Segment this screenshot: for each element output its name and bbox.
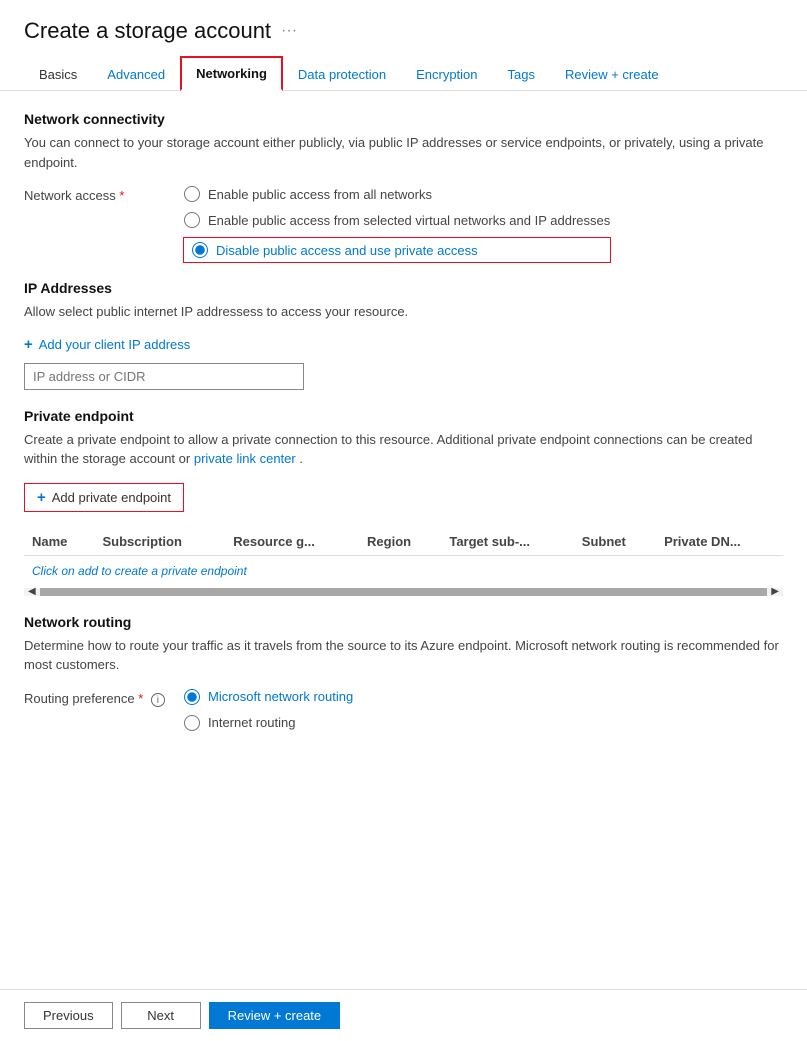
- page-header: Create a storage account ···: [0, 0, 807, 44]
- network-radio-1[interactable]: [184, 186, 200, 202]
- review-create-button[interactable]: Review + create: [209, 1002, 341, 1029]
- network-connectivity-desc: You can connect to your storage account …: [24, 133, 783, 172]
- routing-required-indicator: *: [138, 691, 143, 706]
- tab-review-create[interactable]: Review + create: [550, 58, 674, 90]
- next-button[interactable]: Next: [121, 1002, 201, 1029]
- page-title: Create a storage account: [24, 18, 271, 44]
- tab-encryption[interactable]: Encryption: [401, 58, 492, 90]
- network-routing-section: Network routing Determine how to route y…: [24, 614, 783, 731]
- col-target-sub: Target sub-...: [441, 528, 573, 556]
- internet-routing-radio[interactable]: [184, 715, 200, 731]
- network-routing-title: Network routing: [24, 614, 783, 630]
- empty-table-message: Click on add to create a private endpoin…: [24, 556, 783, 586]
- col-subnet: Subnet: [574, 528, 656, 556]
- tabs-bar: Basics Advanced Networking Data protecti…: [0, 44, 807, 91]
- more-options-icon[interactable]: ···: [281, 22, 297, 40]
- tab-networking[interactable]: Networking: [180, 56, 283, 91]
- add-private-endpoint-button[interactable]: + Add private endpoint: [24, 483, 184, 512]
- tab-advanced[interactable]: Advanced: [92, 58, 180, 90]
- network-option-3-label: Disable public access and use private ac…: [216, 243, 478, 258]
- ip-addresses-desc: Allow select public internet IP addresse…: [24, 302, 783, 322]
- routing-preference-label: Routing preference * i: [24, 689, 184, 708]
- network-access-row: Network access * Enable public access fr…: [24, 186, 783, 262]
- col-region: Region: [359, 528, 441, 556]
- private-endpoint-title: Private endpoint: [24, 408, 783, 424]
- add-endpoint-label: Add private endpoint: [52, 490, 171, 505]
- routing-options: Microsoft network routing Internet routi…: [184, 689, 353, 731]
- ip-addresses-section: IP Addresses Allow select public interne…: [24, 280, 783, 390]
- private-endpoint-desc: Create a private endpoint to allow a pri…: [24, 430, 783, 469]
- ip-addresses-title: IP Addresses: [24, 280, 783, 296]
- scroll-left-arrow[interactable]: ◀: [24, 586, 40, 596]
- add-client-ip-link[interactable]: + Add your client IP address: [24, 336, 783, 353]
- network-option-2-label: Enable public access from selected virtu…: [208, 213, 610, 228]
- tab-data-protection[interactable]: Data protection: [283, 58, 401, 90]
- network-connectivity-title: Network connectivity: [24, 111, 783, 127]
- tab-tags[interactable]: Tags: [493, 58, 550, 90]
- col-subscription: Subscription: [94, 528, 225, 556]
- previous-button[interactable]: Previous: [24, 1002, 113, 1029]
- network-option-1[interactable]: Enable public access from all networks: [184, 186, 610, 202]
- internet-routing-label: Internet routing: [208, 715, 295, 730]
- add-endpoint-plus-icon: +: [37, 489, 46, 506]
- col-private-dn: Private DN...: [656, 528, 783, 556]
- network-connectivity-section: Network connectivity You can connect to …: [24, 111, 783, 262]
- internet-routing-option[interactable]: Internet routing: [184, 715, 353, 731]
- plus-icon: +: [24, 336, 33, 353]
- add-client-ip-label: Add your client IP address: [39, 337, 191, 352]
- network-option-2[interactable]: Enable public access from selected virtu…: [184, 212, 610, 228]
- network-access-options: Enable public access from all networks E…: [184, 186, 610, 262]
- routing-preference-row: Routing preference * i Microsoft network…: [24, 689, 783, 731]
- col-name: Name: [24, 528, 94, 556]
- required-indicator: *: [119, 188, 124, 203]
- table-header-row: Name Subscription Resource g... Region T…: [24, 528, 783, 556]
- network-radio-3[interactable]: [192, 242, 208, 258]
- footer-bar: Previous Next Review + create: [0, 989, 807, 1041]
- routing-info-icon[interactable]: i: [151, 693, 165, 707]
- network-access-label: Network access *: [24, 186, 184, 203]
- private-link-center-link[interactable]: private link center: [194, 451, 296, 466]
- private-endpoint-section: Private endpoint Create a private endpoi…: [24, 408, 783, 596]
- network-option-1-label: Enable public access from all networks: [208, 187, 432, 202]
- tab-basics[interactable]: Basics: [24, 58, 92, 90]
- ms-routing-label: Microsoft network routing: [208, 689, 353, 704]
- network-radio-2[interactable]: [184, 212, 200, 228]
- endpoint-table: Name Subscription Resource g... Region T…: [24, 528, 783, 556]
- horizontal-scrollbar[interactable]: ◀ ▶: [24, 588, 783, 596]
- network-routing-desc: Determine how to route your traffic as i…: [24, 636, 783, 675]
- ip-cidr-input[interactable]: [24, 363, 304, 390]
- scroll-right-arrow[interactable]: ▶: [767, 586, 783, 596]
- ms-routing-option[interactable]: Microsoft network routing: [184, 689, 353, 705]
- main-content: Network connectivity You can connect to …: [0, 91, 807, 989]
- endpoint-table-container: Name Subscription Resource g... Region T…: [24, 528, 783, 596]
- ms-routing-radio[interactable]: [184, 689, 200, 705]
- col-resource-group: Resource g...: [225, 528, 359, 556]
- network-option-3[interactable]: Disable public access and use private ac…: [184, 238, 610, 262]
- scrollbar-thumb[interactable]: [40, 588, 768, 596]
